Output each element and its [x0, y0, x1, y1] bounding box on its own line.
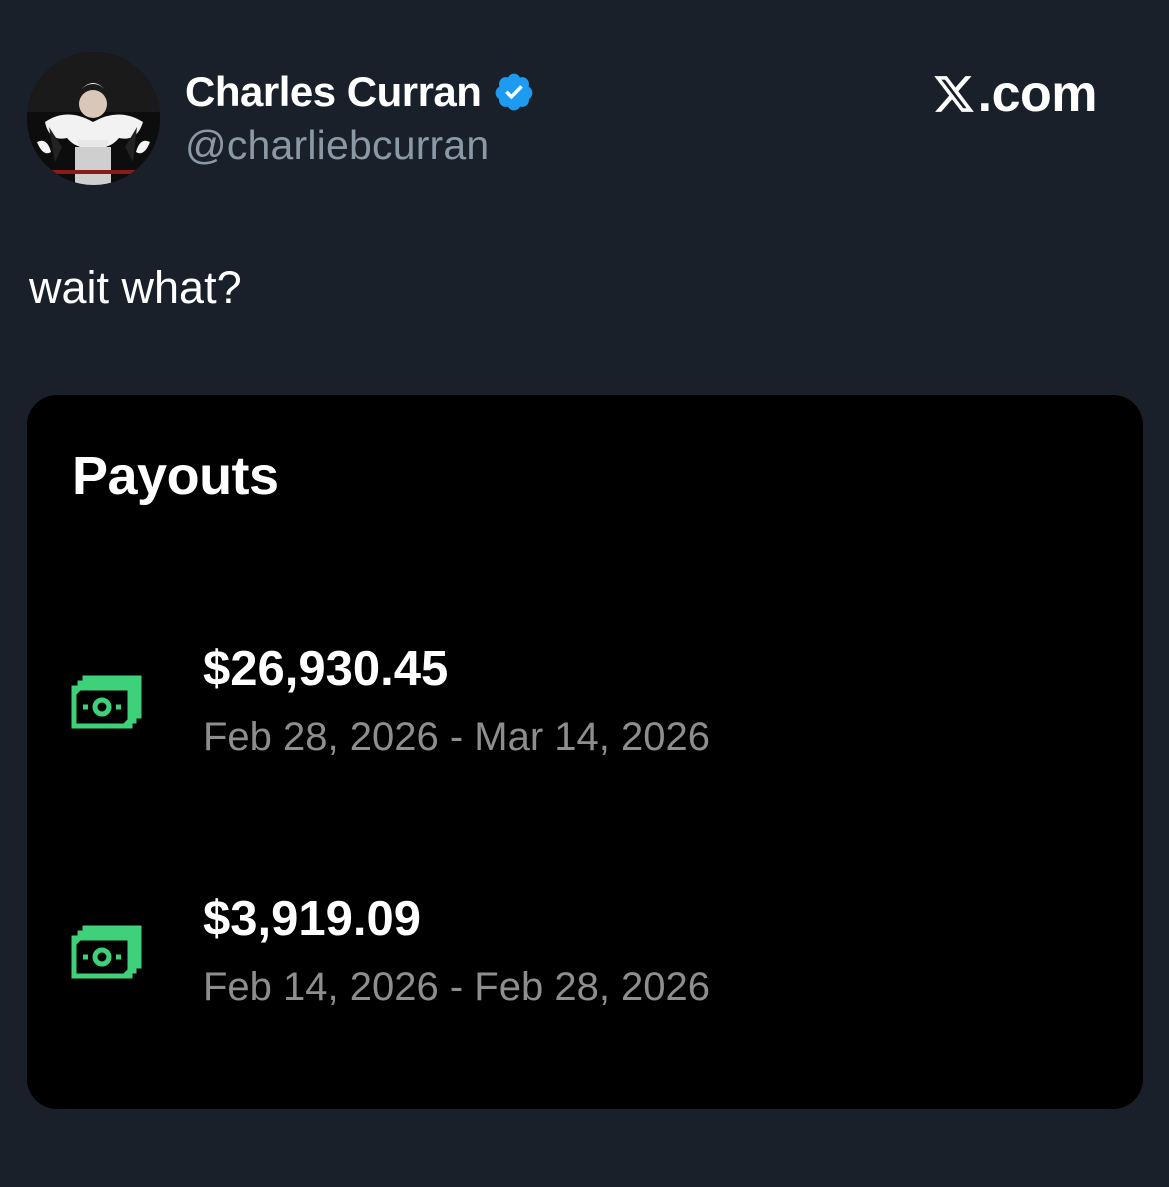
card-title: Payouts: [72, 446, 279, 506]
brand-logo: .com: [932, 62, 1098, 126]
tweet-text: wait what?: [29, 262, 242, 313]
user-handle[interactable]: @charliebcurran: [185, 122, 489, 169]
payout-amount: $3,919.09: [203, 892, 421, 946]
payout-item[interactable]: $3,919.09 Feb 14, 2026 - Feb 28, 2026: [27, 885, 1143, 1025]
money-icon: [71, 920, 147, 982]
x-logo-icon: [932, 72, 976, 116]
payouts-card: Payouts $26,930.45 Feb 28, 2026 - Mar 14…: [27, 395, 1143, 1109]
avatar[interactable]: [27, 52, 160, 185]
name-row: Charles Curran: [185, 68, 535, 116]
payout-date-range: Feb 28, 2026 - Mar 14, 2026: [203, 715, 710, 759]
tweet-header: Charles Curran @charliebcurran .com: [27, 52, 1127, 186]
payout-date-range: Feb 14, 2026 - Feb 28, 2026: [203, 965, 711, 1009]
display-name[interactable]: Charles Curran: [185, 68, 482, 116]
payout-item[interactable]: $26,930.45 Feb 28, 2026 - Mar 14, 2026: [27, 635, 1143, 775]
brand-text: .com: [977, 65, 1098, 123]
money-icon: [71, 670, 147, 732]
verified-badge-icon: [493, 71, 535, 113]
payout-amount: $26,930.45: [203, 642, 449, 696]
